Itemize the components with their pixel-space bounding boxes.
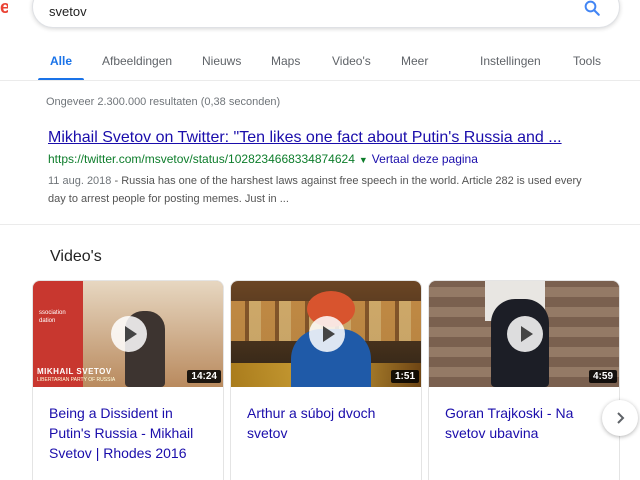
video-card[interactable]: ssociation dation MIKHAIL SVETOV LIBERTA… (32, 280, 224, 480)
result-url-row: https://twitter.com/msvetov/status/10282… (48, 151, 608, 168)
google-logo-fragment[interactable]: e (0, 0, 8, 18)
video-card[interactable]: 4:59 Goran Trajkoski - Na svetov ubavina (428, 280, 620, 480)
video-duration: 1:51 (390, 370, 419, 383)
caret-down-icon[interactable]: ▼ (359, 155, 368, 165)
thumbnail-subcaption: LIBERTARIAN PARTY OF RUSSIA (37, 377, 116, 383)
tab-all[interactable]: Alle (50, 54, 72, 68)
result-snippet: 11 aug. 2018 - Russia has one of the har… (48, 172, 588, 208)
tab-news[interactable]: Nieuws (202, 54, 241, 68)
section-divider (0, 224, 640, 225)
search-tabs: Alle Afbeeldingen Nieuws Maps Video's Me… (0, 50, 640, 81)
search-result: Mikhail Svetov on Twitter: "Ten likes on… (48, 128, 608, 208)
play-icon[interactable] (111, 316, 147, 352)
search-box[interactable] (32, 0, 620, 28)
result-stats: Ongeveer 2.300.000 resultaten (0,38 seco… (46, 96, 281, 108)
tab-maps[interactable]: Maps (271, 54, 300, 68)
translate-page-link[interactable]: Vertaal deze pagina (372, 152, 478, 166)
tabs-divider (0, 80, 640, 81)
video-duration: 4:59 (588, 370, 617, 383)
thumbnail-caption: MIKHAIL SVETOV (37, 367, 112, 376)
search-icon[interactable] (583, 0, 601, 17)
video-title-link[interactable]: Being a Dissident in Putin's Russia - Mi… (49, 403, 209, 463)
result-title-link[interactable]: Mikhail Svetov on Twitter: "Ten likes on… (48, 128, 608, 148)
videos-heading: Video's (50, 248, 102, 265)
tab-videos[interactable]: Video's (332, 54, 371, 68)
next-videos-button[interactable] (602, 400, 638, 436)
result-date: 11 aug. 2018 (48, 175, 112, 187)
play-icon[interactable] (309, 316, 345, 352)
result-url: https://twitter.com/msvetov/status/10282… (48, 152, 355, 166)
play-icon[interactable] (507, 316, 543, 352)
video-thumbnail[interactable]: ssociation dation MIKHAIL SVETOV LIBERTA… (33, 281, 223, 387)
video-thumbnail[interactable]: 1:51 (231, 281, 421, 387)
video-thumbnail[interactable]: 4:59 (429, 281, 619, 387)
video-title-link[interactable]: Goran Trajkoski - Na svetov ubavina (445, 403, 605, 443)
video-title-link[interactable]: Arthur a súboj dvoch svetov (247, 403, 407, 443)
video-duration: 14:24 (187, 370, 221, 383)
thumbnail-banner-text: ssociation dation (39, 310, 66, 324)
result-snippet-text: - Russia has one of the harshest laws ag… (48, 175, 582, 205)
search-input[interactable] (49, 1, 549, 21)
video-card[interactable]: 1:51 Arthur a súboj dvoch svetov (230, 280, 422, 480)
tab-images[interactable]: Afbeeldingen (102, 54, 172, 68)
tab-more[interactable]: Meer (401, 54, 428, 68)
tab-tools[interactable]: Tools (573, 54, 601, 68)
chevron-right-icon (617, 412, 625, 424)
tab-settings[interactable]: Instellingen (480, 54, 541, 68)
